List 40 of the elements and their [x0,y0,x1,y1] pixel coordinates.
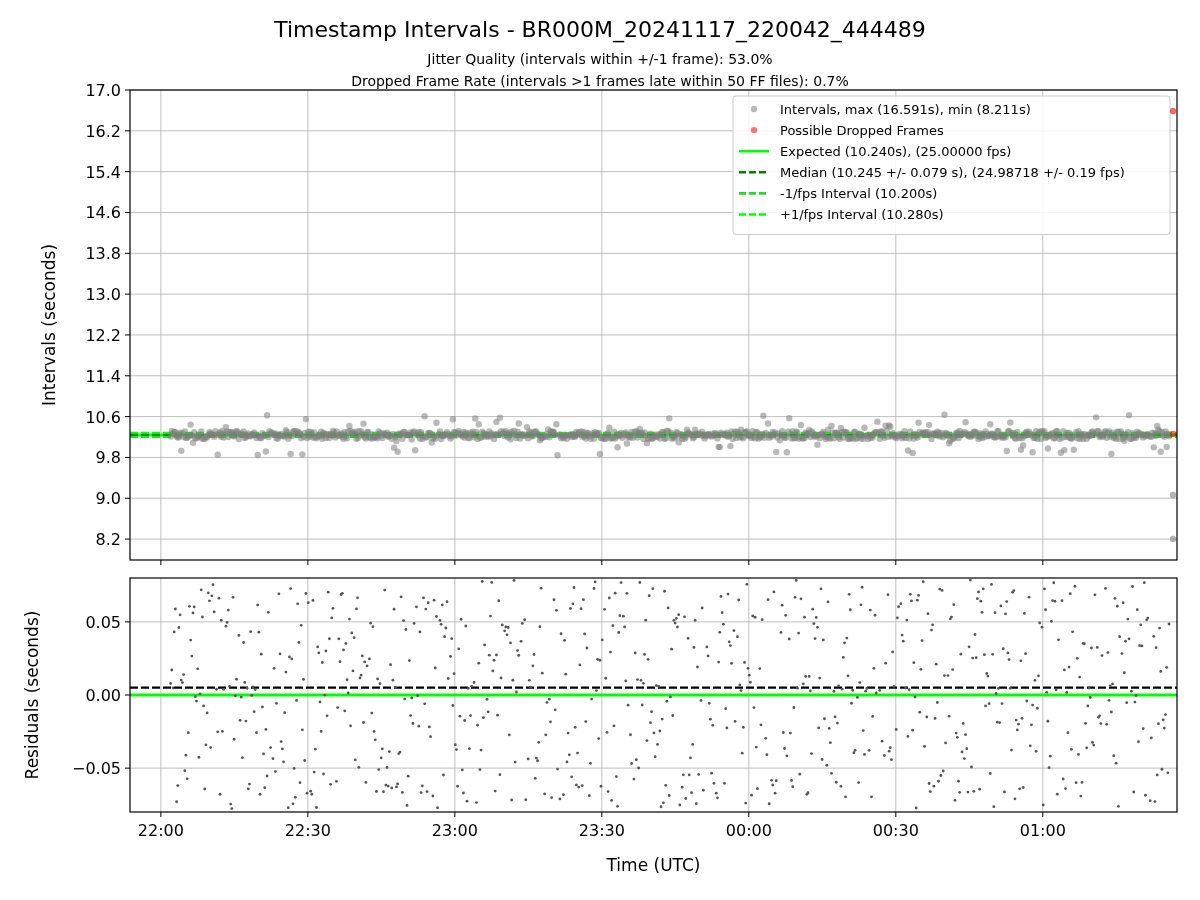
legend-label: +1/fps Interval (10.280s) [780,207,944,222]
y-tick-label: 16.2 [85,121,121,141]
x-tick-label: 00:00 [725,821,772,840]
x-tick-label: 22:00 [137,821,184,840]
legend-line-icon [739,149,769,153]
x-tick-label: 01:00 [1019,821,1066,840]
legend-label: Intervals, max (16.591s), min (8.211s) [780,101,1031,117]
y-tick-label: 11.4 [85,366,121,386]
legend-label: -1/fps Interval (10.200s) [780,185,938,201]
legend-label: Median (10.245 +/- 0.079 s), (24.98718 +/- 0.19 fps) [780,164,1125,180]
y-tick-label: 12.2 [85,325,121,345]
y-tick-label: 9.0 [95,489,121,509]
x-tick-label: 22:30 [284,821,331,840]
y-tick-label: 10.6 [85,407,121,427]
figure-title: Timestamp Intervals - BR000M_20241117_220042_444489 [274,17,926,42]
figure-subtitle: Jitter Quality (intervals within +/-1 frame): 53.0% [427,51,773,67]
legend-line-icon [739,213,769,216]
legend-label: Expected (10.240s), (25.00000 fps) [780,143,1012,159]
y-tick-label: 0.05 [85,612,121,632]
y-tick-label: −0.05 [71,759,121,779]
x-tick-label: 00:30 [872,821,919,840]
y-tick-label: 9.8 [95,448,121,468]
legend-marker-icon [750,105,758,113]
legend-marker-icon [750,126,758,134]
legend-label: Possible Dropped Frames [780,122,944,138]
y-tick-label: 8.2 [95,530,121,550]
y-tick-label: 17.0 [85,81,121,100]
y-tick-label: 13.0 [85,285,121,305]
y-tick-label: 0.00 [85,686,121,705]
x-tick-label: 23:30 [578,821,625,840]
y-tick-label: 15.4 [85,162,121,182]
x-axis-label: Time (UTC) [606,855,701,875]
y-axis-label: Intervals (seconds) [39,243,59,407]
figure-subtitle: Dropped Frame Rate (intervals >1 frames late within 50 FF files): 0.7% [351,73,849,89]
x-tick-label: 23:00 [431,821,478,840]
legend-line-icon [739,192,769,195]
legend-line-icon [739,171,769,174]
y-tick-label: 13.8 [85,244,121,264]
y-axis-label: Residuals (seconds) [22,610,42,780]
y-tick-label: 14.6 [85,203,121,223]
